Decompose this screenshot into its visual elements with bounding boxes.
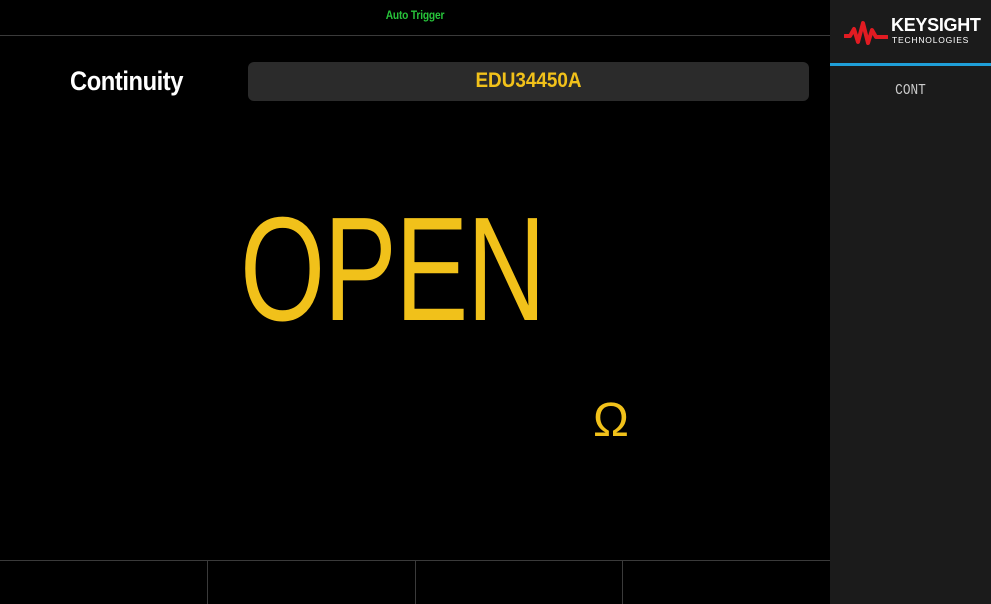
reading-value: OPEN	[240, 187, 546, 352]
model-box: EDU34450A	[248, 62, 809, 101]
softkey-bar	[0, 560, 830, 604]
softkey-2[interactable]	[208, 561, 416, 604]
meter-screen: Auto Trigger Continuity EDU34450A OPEN Ω…	[0, 0, 991, 604]
softkey-1[interactable]	[0, 561, 208, 604]
model-label: EDU34450A	[475, 69, 582, 92]
keysight-logo: KEYSIGHT TECHNOLOGIES	[830, 0, 991, 62]
unit-label: Ω	[593, 394, 629, 447]
brand-name: KEYSIGHT	[891, 15, 981, 35]
keysight-wave-logo-icon	[844, 21, 888, 45]
brand-subtitle: TECHNOLOGIES	[892, 35, 970, 45]
side-panel: KEYSIGHT TECHNOLOGIES CONT	[830, 0, 991, 604]
function-title: Continuity	[70, 66, 184, 96]
measurement-area: Auto Trigger Continuity EDU34450A OPEN Ω	[0, 0, 830, 604]
status-bar: Auto Trigger	[0, 0, 830, 36]
trigger-status: Auto Trigger	[385, 8, 445, 22]
softkey-3[interactable]	[416, 561, 624, 604]
side-menu-item-label: CONT	[895, 82, 926, 99]
side-menu-item-cont[interactable]: CONT	[830, 66, 991, 112]
softkey-4[interactable]	[623, 561, 830, 604]
